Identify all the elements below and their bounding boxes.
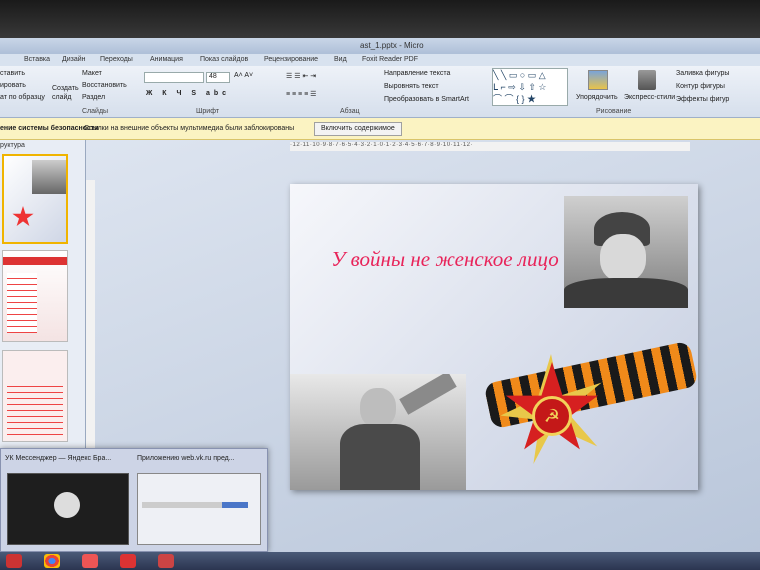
slide-canvas[interactable]: У войны не женское лицо ☭ xyxy=(290,184,699,490)
hammer-sickle-icon: ☭ xyxy=(532,396,572,436)
salute-arm-shape xyxy=(399,374,457,415)
align-buttons[interactable]: ≡ ≡ ≡ ≡ ☰ xyxy=(286,90,316,98)
smartart-button[interactable]: Преобразовать в SmartArt xyxy=(384,96,469,103)
star-icon xyxy=(12,206,34,227)
tab-transitions[interactable]: Переходы xyxy=(100,56,133,63)
new-slide-button[interactable]: Создать слайд xyxy=(52,84,80,102)
reset-button[interactable]: Восстановить xyxy=(82,82,127,89)
face-shape xyxy=(360,388,396,428)
layout-button[interactable]: Макет xyxy=(82,70,102,77)
shapes-gallery[interactable]: ╲ ╲ ▭ ○ ▭ △ ᒪ ⌐ ⇨ ⇩ ⇧ ☆ ⌒ ⌒ { } ★ xyxy=(492,68,568,106)
arrange-icon xyxy=(588,70,608,90)
grow-font-button[interactable]: A˄ A˅ xyxy=(234,72,253,79)
tab-view[interactable]: Вид xyxy=(334,56,347,63)
yandex-icon[interactable] xyxy=(82,554,98,568)
slide-thumbnail-2[interactable] xyxy=(2,250,68,342)
preview-thumbnail-1[interactable] xyxy=(7,473,129,545)
security-warning-bar: ение системы безопасности Ссылки на внеш… xyxy=(0,118,760,140)
preview-title-2[interactable]: Приложению web.vk.ru пред... xyxy=(137,455,235,462)
thumbnail-photo xyxy=(32,160,66,194)
chrome-icon[interactable] xyxy=(44,554,60,568)
outline-tab[interactable]: руктура xyxy=(0,142,25,149)
group-label-slides: Слайды xyxy=(82,108,109,115)
enable-content-button[interactable]: Включить содержимое xyxy=(314,122,402,136)
arrange-button[interactable]: Упорядочить xyxy=(576,94,618,101)
preview-field xyxy=(142,502,222,508)
tab-slideshow[interactable]: Показ слайдов xyxy=(200,56,248,63)
section-button[interactable]: Раздел xyxy=(82,94,105,101)
face-shape xyxy=(600,234,646,282)
preview-title-1[interactable]: УК Мессенджер — Яндекс Бра... xyxy=(5,455,111,462)
copy-button[interactable]: ировать xyxy=(0,82,26,89)
shape-effects-button[interactable]: Эффекты фигур xyxy=(676,96,729,103)
preview-button xyxy=(222,502,248,508)
align-text-button[interactable]: Выровнять текст xyxy=(384,83,439,90)
thumbnail-banner xyxy=(3,257,67,265)
video-avatar xyxy=(54,492,80,518)
list-buttons[interactable]: ☰ ☰ ⇤ ⇥ xyxy=(286,72,316,80)
group-label-paragraph: Абзац xyxy=(340,108,360,115)
window-title: ast_1.pptx - Micro xyxy=(360,41,424,50)
monitor-bezel xyxy=(0,0,760,40)
thumbnail-text xyxy=(7,273,37,333)
vertical-ruler xyxy=(86,180,95,450)
quick-styles-icon xyxy=(638,70,656,90)
text-direction-button[interactable]: Направление текста xyxy=(384,70,450,77)
portrait-photo-top[interactable] xyxy=(564,196,688,308)
shape-fill-button[interactable]: Заливка фигуры xyxy=(676,70,729,77)
powerpoint-icon[interactable] xyxy=(158,554,174,568)
uniform-shape xyxy=(564,278,688,308)
start-icon[interactable] xyxy=(6,554,22,568)
font-size-field[interactable]: 48 xyxy=(206,72,230,83)
slide-thumbnail-3[interactable] xyxy=(2,350,68,442)
format-painter-button[interactable]: ат по образцу xyxy=(0,94,45,101)
title-bar: ast_1.pptx - Micro xyxy=(0,38,760,54)
slide-title[interactable]: У войны не женское лицо xyxy=(330,244,560,274)
ribbon: ставить ировать ат по образцу Создать сл… xyxy=(0,66,760,118)
group-label-drawing: Рисование xyxy=(596,108,632,115)
font-format-buttons[interactable]: Ж К Ч S abc xyxy=(146,90,230,97)
taskbar-preview-popup: УК Мессенджер — Яндекс Бра... Приложению… xyxy=(0,448,268,552)
quick-styles-button[interactable]: Экспресс-стили xyxy=(624,94,675,101)
preview-thumbnail-2[interactable] xyxy=(137,473,261,545)
portrait-photo-bottom[interactable] xyxy=(290,374,466,490)
tab-animation[interactable]: Анимация xyxy=(150,56,183,63)
tab-foxit[interactable]: Foxit Reader PDF xyxy=(362,56,418,63)
security-bar-message: Ссылки на внешние объекты мультимедиа бы… xyxy=(84,125,295,132)
app-icon[interactable] xyxy=(120,554,136,568)
shape-outline-button[interactable]: Контур фигуры xyxy=(676,83,725,90)
paste-button[interactable]: ставить xyxy=(0,70,25,77)
tab-insert[interactable]: Вставка xyxy=(24,56,50,63)
tab-design[interactable]: Дизайн xyxy=(62,56,86,63)
group-label-font: Шрифт xyxy=(196,108,220,115)
windows-taskbar xyxy=(0,552,760,570)
font-name-field[interactable] xyxy=(144,72,204,83)
slide-thumbnail-1[interactable] xyxy=(2,154,68,244)
ribbon-tabs: Вставка Дизайн Переходы Анимация Показ с… xyxy=(0,54,760,66)
thumbnail-text xyxy=(7,381,63,437)
tab-review[interactable]: Рецензирование xyxy=(264,56,318,63)
uniform-shape xyxy=(340,424,420,490)
horizontal-ruler: ·12·11·10·9·8·7·6·5·4·3·2·1·0·1·2·3·4·5·… xyxy=(290,142,690,151)
